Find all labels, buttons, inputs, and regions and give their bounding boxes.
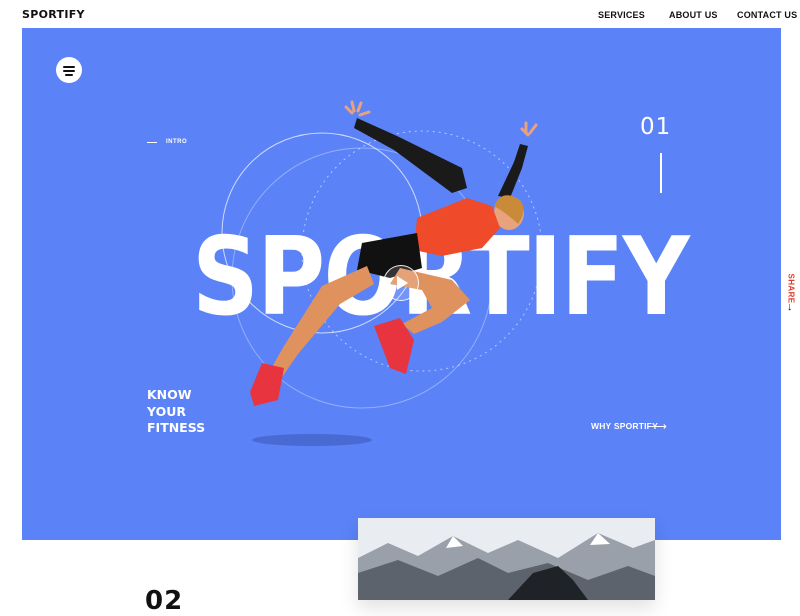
nav-about-us-link[interactable]: ABOUT US — [669, 10, 718, 20]
share-button[interactable]: SHARE ↓ — [786, 270, 798, 318]
section-number: 02 — [145, 586, 184, 616]
tagline-line-1: KNOW — [147, 387, 192, 402]
play-icon — [397, 276, 408, 290]
site-logo[interactable]: SPORTIFY — [22, 8, 85, 21]
mountain-illustration — [358, 518, 655, 600]
share-label: SHARE — [786, 273, 796, 304]
play-video-button[interactable] — [383, 265, 419, 301]
nav-services-link[interactable]: SERVICES — [598, 10, 645, 20]
arrow-right-icon[interactable]: ⟶ — [651, 420, 667, 433]
why-sportify-link[interactable]: WHY SPORTIFY — [591, 421, 658, 431]
top-navigation-bar: SPORTIFY SERVICES ABOUT US CONTACT US — [0, 0, 800, 28]
arrow-down-icon: ↓ — [787, 301, 793, 313]
hero-section: INTRO 01 SPORTIFY KNOW YOUR FITNESS W — [22, 28, 781, 540]
tagline-line-2: YOUR — [147, 403, 187, 419]
hero-tagline: KNOW YOUR FITNESS — [147, 387, 205, 437]
mountain-photo — [358, 518, 655, 600]
tagline-line-3: FITNESS — [147, 420, 206, 435]
nav-contact-us-link[interactable]: CONTACT US — [737, 10, 797, 20]
